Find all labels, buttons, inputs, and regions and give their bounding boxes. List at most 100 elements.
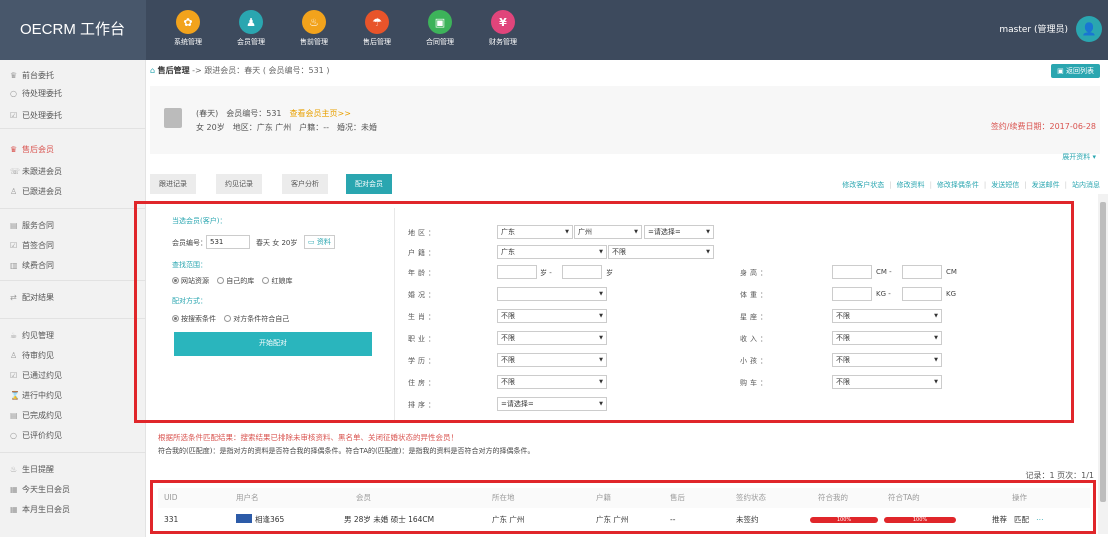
col-match-me[interactable]: 符合我的 bbox=[818, 488, 848, 508]
zodiac-select[interactable]: 不限 bbox=[497, 309, 607, 323]
breadcrumb-section[interactable]: 售后管理 bbox=[158, 66, 190, 75]
member-no-input[interactable]: 531 bbox=[206, 235, 250, 249]
job-select[interactable]: 不限 bbox=[497, 331, 607, 345]
avatar-icon[interactable]: 👤 bbox=[1076, 16, 1102, 42]
sidebar-item-1[interactable]: ○ 待处理委托 bbox=[10, 86, 62, 102]
member-desc: 春天 女 20岁 bbox=[256, 239, 298, 247]
age-min-input[interactable] bbox=[497, 265, 537, 279]
age-max-input[interactable] bbox=[562, 265, 602, 279]
back-to-list-button[interactable]: ▣ 返回列表 bbox=[1051, 64, 1100, 78]
sidebar-item-16[interactable]: ♨ 生日提醒 bbox=[10, 462, 54, 478]
col-huji[interactable]: 户籍 bbox=[596, 488, 611, 508]
row-username[interactable]: 相逢365 bbox=[236, 510, 284, 530]
edit-status-link[interactable]: 修改客户状态 bbox=[842, 181, 884, 189]
height-max-input[interactable] bbox=[902, 265, 942, 279]
col-username[interactable]: 用户名 bbox=[236, 488, 259, 508]
home-icon[interactable]: ⌂ bbox=[150, 66, 155, 75]
sidebar-item-13[interactable]: ⌛ 进行中约见 bbox=[10, 388, 62, 404]
col-uid[interactable]: UID bbox=[164, 488, 177, 508]
scope-radio-site[interactable] bbox=[172, 277, 179, 284]
member-expiry: 签约/续费日期：2017-06-28 bbox=[990, 122, 1096, 131]
method-radio-reverse[interactable] bbox=[224, 315, 232, 322]
kids-select[interactable]: 不限 bbox=[832, 353, 942, 367]
sidebar-divider bbox=[0, 318, 146, 319]
scrollbar-thumb[interactable] bbox=[1100, 202, 1106, 502]
region-city-select[interactable]: 广州 bbox=[574, 225, 642, 239]
module-gear[interactable]: ✿ 系统管理 bbox=[163, 10, 213, 47]
module-umbrella[interactable]: ☂ 售后管理 bbox=[352, 10, 402, 47]
region-district-select[interactable]: =请选择= bbox=[644, 225, 714, 239]
sidebar-item-11[interactable]: ♙ 待审约见 bbox=[10, 348, 54, 364]
member-home-link[interactable]: 查看会员主页>> bbox=[290, 109, 351, 118]
row-huji: 广东 广州 bbox=[596, 515, 629, 524]
tab-meeting-records[interactable]: 约见记录 bbox=[216, 174, 262, 194]
module-fire[interactable]: ♨ 售前管理 bbox=[289, 10, 339, 47]
scope-radio-own[interactable] bbox=[217, 277, 225, 284]
col-location[interactable]: 所在地 bbox=[492, 488, 515, 508]
start-match-button[interactable]: 开始配对 bbox=[174, 332, 372, 356]
age-sep: 岁 - bbox=[540, 269, 552, 277]
sidebar-divider bbox=[0, 280, 146, 281]
col-aftersale[interactable]: 售后 bbox=[670, 488, 685, 508]
col-status[interactable]: 签约状态 bbox=[736, 488, 766, 508]
row-uid: 331 bbox=[164, 515, 179, 524]
huji-city-select[interactable]: 不限 bbox=[608, 245, 714, 259]
site-message-link[interactable]: 站内消息 bbox=[1072, 181, 1100, 189]
sidebar-item-15[interactable]: ○ 已评价约见 bbox=[10, 428, 62, 444]
module-finance[interactable]: ¥ 财务管理 bbox=[478, 10, 528, 47]
star-label: 星座： bbox=[740, 313, 770, 321]
more-icon[interactable]: ⋯ bbox=[1036, 510, 1044, 530]
tab-customer-analysis[interactable]: 客户分析 bbox=[282, 174, 328, 194]
method-label: 配对方式： bbox=[172, 297, 207, 305]
user-label[interactable]: master (管理员) bbox=[999, 22, 1068, 35]
edit-criteria-link[interactable]: 修改择偶条件 bbox=[937, 181, 979, 189]
scope-radio-matchmaker[interactable] bbox=[262, 277, 270, 284]
sidebar-item-2[interactable]: ☑ 已处理委托 bbox=[10, 108, 62, 124]
house-label: 住房： bbox=[408, 379, 438, 387]
sidebar-item-17[interactable]: ▦ 今天生日会员 bbox=[10, 482, 70, 498]
sidebar-item-9[interactable]: ⇄ 配对结果 bbox=[10, 290, 54, 306]
income-select[interactable]: 不限 bbox=[832, 331, 942, 345]
send-email-link[interactable]: 发送邮件 bbox=[1032, 181, 1060, 189]
recommend-link[interactable]: 推荐 bbox=[992, 510, 1007, 530]
expand-profile-link[interactable]: 展开资料 ▾ bbox=[1062, 152, 1096, 162]
profile-button[interactable]: ▭ 资料 bbox=[304, 235, 335, 249]
sidebar-item-3[interactable]: ♛ 售后会员 bbox=[10, 142, 54, 158]
module-members[interactable]: ♟ 会员管理 bbox=[226, 10, 276, 47]
marriage-select[interactable] bbox=[497, 287, 607, 301]
weight-min-input[interactable] bbox=[832, 287, 872, 301]
send-sms-link[interactable]: 发送短信 bbox=[991, 181, 1019, 189]
col-match-ta[interactable]: 符合TA的 bbox=[888, 488, 920, 508]
edit-profile-link[interactable]: 修改资料 bbox=[897, 181, 925, 189]
star-select[interactable]: 不限 bbox=[832, 309, 942, 323]
sidebar-item-4[interactable]: ☏ 未跟进会员 bbox=[10, 164, 62, 180]
sidebar-item-7[interactable]: ☑ 首签合同 bbox=[10, 238, 54, 254]
weight-max-input[interactable] bbox=[902, 287, 942, 301]
sidebar-item-0[interactable]: ♛ 前台委托 bbox=[10, 68, 54, 84]
sidebar-item-8[interactable]: ▥ 续费合同 bbox=[10, 258, 54, 274]
sidebar-item-10[interactable]: ☕ 约见管理 bbox=[10, 328, 54, 344]
sidebar-item-6[interactable]: ▤ 服务合同 bbox=[10, 218, 54, 234]
action-links: 修改客户状态 | 修改资料 | 修改择偶条件 | 发送短信 | 发送邮件 | 站内消息 bbox=[842, 181, 1100, 189]
house-select[interactable]: 不限 bbox=[497, 375, 607, 389]
car-select[interactable]: 不限 bbox=[832, 375, 942, 389]
sort-select[interactable]: =请选择= bbox=[497, 397, 607, 411]
sidebar-item-14[interactable]: ▤ 已完成约见 bbox=[10, 408, 62, 424]
sidebar-item-12[interactable]: ☑ 已通过约见 bbox=[10, 368, 62, 384]
region-province-select[interactable]: 广东 bbox=[497, 225, 573, 239]
method-radio-search[interactable] bbox=[172, 315, 179, 322]
match-link[interactable]: 匹配 bbox=[1014, 510, 1029, 530]
module-contract[interactable]: ▣ 合同管理 bbox=[415, 10, 465, 47]
tab-match-members[interactable]: 配对会员 bbox=[346, 174, 392, 194]
sidebar-item-18[interactable]: ▦ 本月生日会员 bbox=[10, 502, 70, 518]
tab-follow-records[interactable]: 跟进记录 bbox=[150, 174, 196, 194]
finance-icon: ¥ bbox=[491, 10, 515, 34]
height-min-input[interactable] bbox=[832, 265, 872, 279]
top-bar: OECRM 工作台 ✿ 系统管理 ♟ 会员管理 ♨ 售前管理 ☂ 售后管理 ▣ 合同管理 ¥ 财务管理… bbox=[0, 0, 1108, 60]
col-member[interactable]: 会员 bbox=[356, 488, 371, 508]
scrollbar[interactable] bbox=[1098, 194, 1108, 534]
sidebar-item-5[interactable]: ♙ 已跟进会员 bbox=[10, 184, 62, 200]
match-explanation: 符合我的(匹配度)：是指对方的资料是否符合我的择偶条件。符合TA的(匹配度)：是… bbox=[158, 447, 535, 455]
huji-province-select[interactable]: 广东 bbox=[497, 245, 607, 259]
edu-select[interactable]: 不限 bbox=[497, 353, 607, 367]
